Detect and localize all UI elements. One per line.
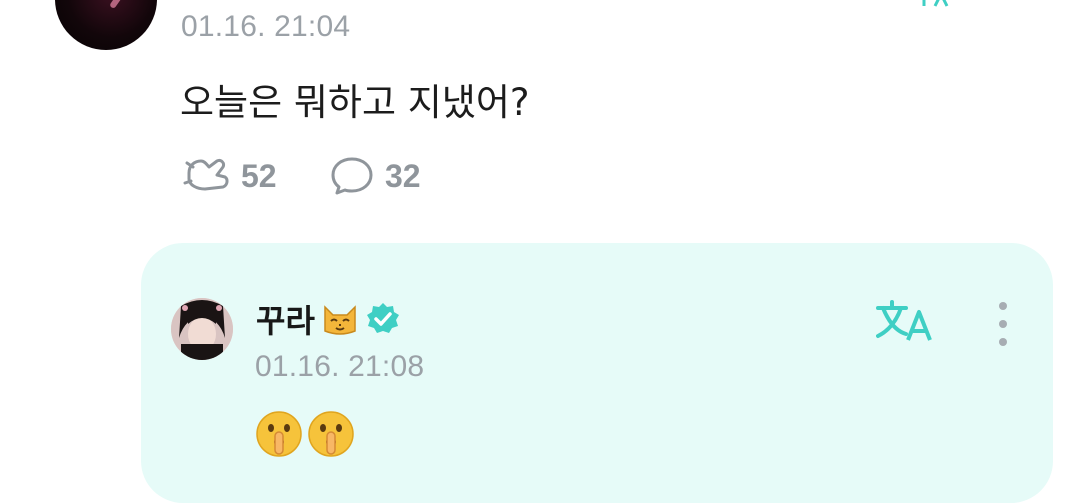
comment-button[interactable]: 32: [329, 155, 421, 197]
translate-icon[interactable]: [915, 0, 951, 8]
shushing-face-icon: [308, 411, 354, 457]
reply-emojis: [255, 410, 355, 458]
like-count: 52: [241, 157, 277, 194]
post-text: 오늘은 뭐하고 지냈어?: [180, 81, 530, 124]
author-name: 꾸라: [256, 302, 315, 340]
more-icon[interactable]: [995, 302, 1011, 346]
post-timestamp: 01.16. 21:04: [181, 10, 351, 43]
translate-icon: [876, 300, 932, 341]
like-icon: [183, 159, 229, 191]
shushing-face-icon: [256, 411, 302, 457]
more-icon[interactable]: [1014, 0, 1028, 6]
verified-badge-icon: [366, 303, 399, 333]
avatar[interactable]: [55, 0, 157, 50]
reply-avatar[interactable]: [171, 298, 233, 360]
like-button[interactable]: 52: [183, 155, 277, 197]
translate-button[interactable]: [876, 300, 934, 344]
reply-author[interactable]: 꾸라: [256, 296, 401, 342]
reply-timestamp: 01.16. 21:08: [255, 350, 425, 383]
comment-count: 32: [385, 157, 421, 194]
avatar-streak: [109, 0, 137, 10]
cat-face-icon: [324, 305, 356, 335]
comment-icon: [331, 157, 373, 195]
